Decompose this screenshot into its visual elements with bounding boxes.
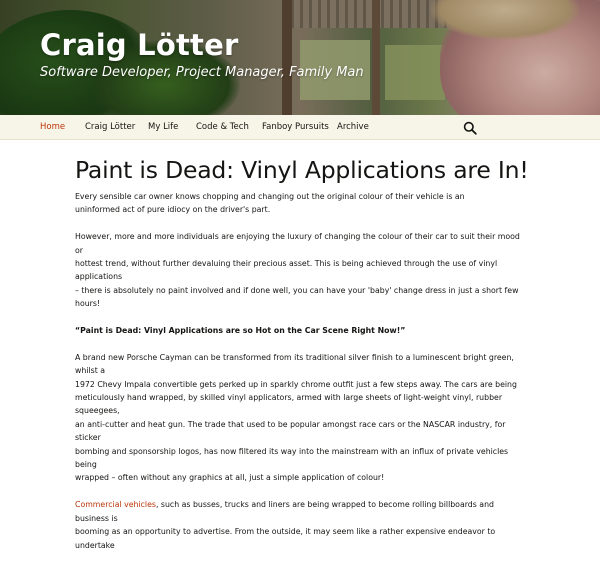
- paragraph-1-line-1: Every sensible car owner knows chopping …: [75, 192, 465, 201]
- paragraph-2-line-3: – there is absolutely no paint involved …: [75, 285, 519, 309]
- paragraph-3-line-2: 1972 Chevy Impala convertible gets perke…: [75, 379, 517, 389]
- nav-item-craig-lotter[interactable]: Craig Lötter: [85, 115, 135, 139]
- paragraph-1: Every sensible car owner knows chopping …: [75, 190, 525, 217]
- nav-item-my-life[interactable]: My Life: [148, 115, 178, 139]
- paragraph-4: Commercial vehicles, such as busses, tru…: [75, 498, 525, 552]
- paragraph-1-line-2: uninformed act of pure idiocy on the dri…: [75, 205, 271, 215]
- nav-item-home[interactable]: Home: [40, 115, 65, 139]
- paragraph-2-line-2: hottest trend, without further devaluing…: [75, 259, 498, 282]
- post-content: Every sensible car owner knows chopping …: [75, 190, 525, 565]
- paragraph-4-line-2: booming as an opportunity to advertise. …: [75, 527, 496, 550]
- main-navigation: Home Craig Lötter My Life Code & Tech Fa…: [0, 115, 600, 140]
- search-icon[interactable]: [463, 120, 477, 135]
- nav-item-code-tech[interactable]: Code & Tech: [196, 115, 249, 139]
- paragraph-3-line-5: bombing and sponsorship logos, has now f…: [75, 446, 509, 470]
- paragraph-3: A brand new Porsche Cayman can be transf…: [75, 351, 525, 485]
- nav-item-archive[interactable]: Archive: [337, 115, 369, 139]
- paragraph-2-line-1: However, more and more individuals are e…: [75, 232, 520, 255]
- paragraph-3-line-6: wrapped – often without any graphics at …: [75, 473, 385, 483]
- paragraph-3-line-3: meticulously hand wrapped, by skilled vi…: [75, 393, 503, 416]
- nav-item-fanboy-pursuits[interactable]: Fanboy Pursuits: [262, 115, 329, 139]
- pull-quote: “Paint is Dead: Vinyl Applications are s…: [75, 326, 406, 336]
- paragraph-2: However, more and more individuals are e…: [75, 230, 525, 310]
- paragraph-3-line-1: A brand new Porsche Cayman can be transf…: [75, 352, 514, 376]
- commercial-vehicles-link[interactable]: Commercial vehicles: [75, 500, 156, 509]
- post-title[interactable]: Paint is Dead: Vinyl Applications are In…: [75, 156, 595, 184]
- site-description: Software Developer, Project Manager, Fam…: [40, 65, 364, 80]
- site-title[interactable]: Craig Lötter: [40, 28, 238, 62]
- paragraph-3-line-4: an anti-cutter and heat gun. The trade t…: [75, 419, 506, 443]
- site-header: Craig Lötter Software Developer, Project…: [0, 0, 600, 115]
